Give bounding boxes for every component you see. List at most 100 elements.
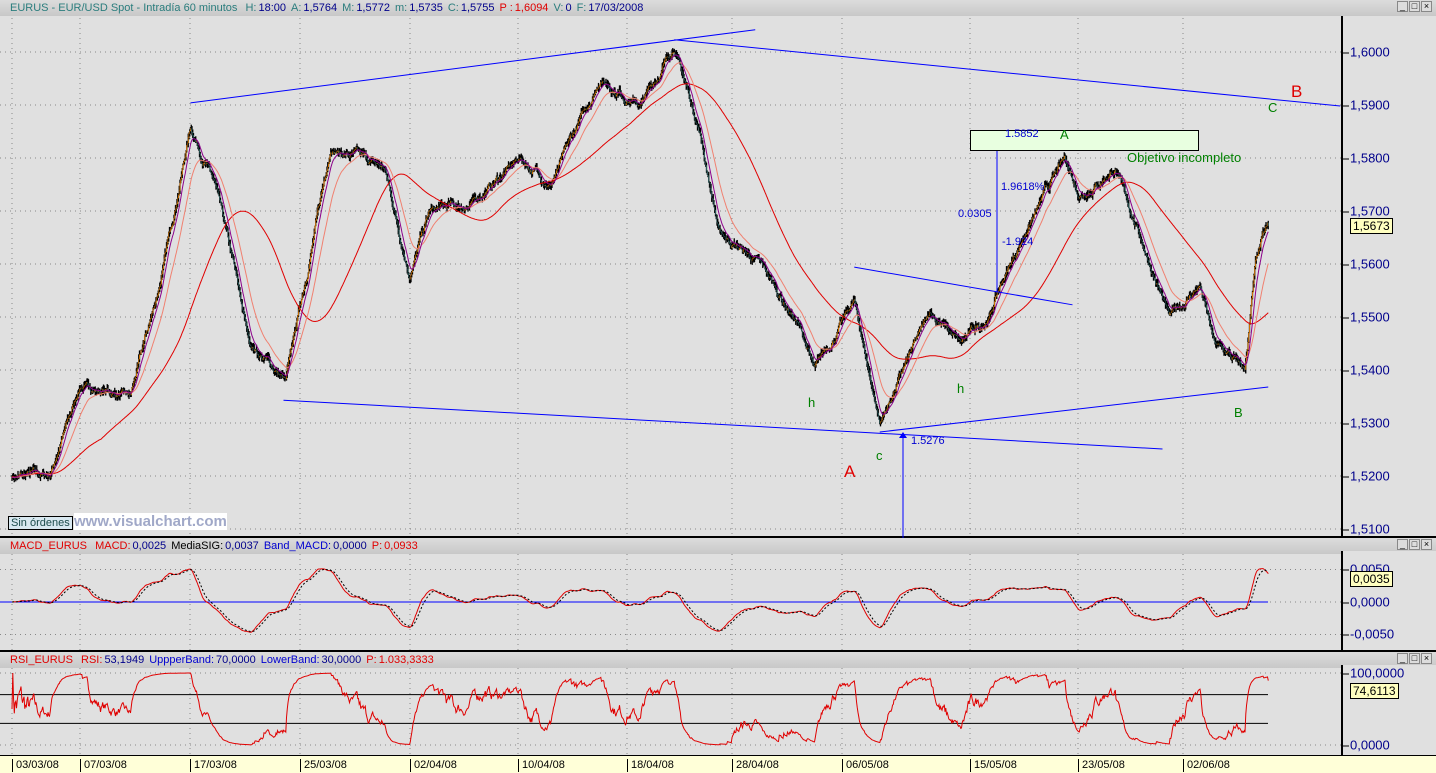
axis-tick-label: -0,0050 — [1343, 627, 1394, 642]
macd-line — [11, 568, 1269, 633]
minimize-button[interactable]: _ — [1397, 653, 1408, 664]
trendline — [879, 386, 1269, 433]
macd-panel-header: MACD_EURUS MACD: 0,0025 MediaSIG: 0,0037 Ban… — [0, 538, 1436, 554]
field-label: Band_MACD: — [263, 540, 332, 552]
maximize-button[interactable]: □ — [1409, 1, 1420, 12]
high-price-label: 1.5852 — [1005, 128, 1039, 140]
macd-chart[interactable] — [0, 554, 1341, 650]
field-value: 53,1949 — [104, 654, 145, 666]
rsi-panel-header: RSI_EURUS RSI: 53,1949 UppperBand: 70,0000 L… — [0, 652, 1436, 668]
field-label: RSI: — [81, 654, 103, 666]
watermark-logo: www.visualchart.com — [74, 513, 227, 530]
trendline — [674, 39, 1341, 107]
field-label: m: — [394, 2, 408, 14]
field-label: M: — [342, 2, 355, 14]
price-chart[interactable] — [0, 18, 1341, 538]
axis-tick-label: 1,5700 — [1343, 204, 1390, 219]
field-value: 1,6094 — [514, 2, 549, 14]
field-value: 17/03/2008 — [588, 2, 644, 14]
date-tick-label: 23/05/08 — [1078, 759, 1125, 772]
field-value: 0 — [565, 2, 572, 14]
symbol-title: EURUS - EUR/USD Spot - Intradía 60 minut… — [10, 2, 238, 14]
minimize-button[interactable]: _ — [1397, 1, 1408, 12]
close-button[interactable]: × — [1421, 1, 1432, 12]
h-label-2: h — [957, 381, 965, 396]
close-button[interactable]: × — [1421, 539, 1432, 550]
rsi-chart[interactable] — [0, 668, 1341, 755]
field-label: V: — [553, 2, 564, 14]
orders-status[interactable]: Sin órdenes — [8, 516, 73, 530]
field-value: 1,5764 — [303, 2, 338, 14]
maximize-button[interactable]: □ — [1409, 539, 1420, 550]
field-label: LowerBand: — [260, 654, 320, 666]
macd-current-box: 0,0035 — [1350, 571, 1393, 587]
field-label: A: — [291, 2, 302, 14]
field-label: P : — [499, 2, 513, 14]
percent-label: 1.9618% — [1001, 181, 1045, 193]
maximize-button[interactable]: □ — [1409, 653, 1420, 664]
date-tick-label: 17/03/08 — [190, 759, 237, 772]
date-tick-label: 02/04/08 — [410, 759, 457, 772]
date-tick-label: 25/03/08 — [300, 759, 347, 772]
field-label: P: — [366, 654, 377, 666]
field-label: C: — [447, 2, 459, 14]
axis-tick-label: 1,5200 — [1343, 469, 1390, 484]
close-button[interactable]: × — [1421, 653, 1432, 664]
macd-signal-line — [12, 568, 1269, 633]
minimize-button[interactable]: _ — [1397, 539, 1408, 550]
rsi-panel: RSI_EURUS RSI: 53,1949 UppperBand: 70,0000 L… — [0, 652, 1436, 755]
field-value: 1,5772 — [356, 2, 390, 14]
axis-tick-label: 1,6000 — [1343, 45, 1390, 60]
wave-label-B-red: B — [1291, 82, 1303, 101]
field-label: MACD: — [95, 540, 131, 552]
diff-label: 0.0305 — [958, 208, 992, 220]
field-label: UppperBand: — [149, 654, 215, 666]
axis-tick-label: 0,0000 — [1343, 738, 1390, 753]
trendline — [190, 29, 756, 104]
field-value: 0,0000 — [333, 540, 367, 552]
rsi-line — [11, 672, 1269, 746]
axis-tick-label: 1,5900 — [1343, 98, 1390, 113]
current-price-box: 1,5673 — [1350, 218, 1393, 234]
macd-panel: MACD_EURUS MACD: 0,0025 MediaSIG: 0,0037 Ban… — [0, 538, 1436, 652]
axis-tick-label: 1,5500 — [1343, 310, 1390, 325]
wave-label-A-green: A — [1060, 127, 1069, 142]
axis-tick-label: 1,5100 — [1343, 522, 1390, 537]
date-tick-label: 28/04/08 — [732, 759, 779, 772]
axis-tick-label: 100,0000 — [1343, 666, 1404, 681]
field-value: 30,0000 — [321, 654, 362, 666]
date-tick-label: 02/06/08 — [1183, 759, 1230, 772]
trendline — [854, 266, 1073, 306]
field-value: 70,0000 — [216, 654, 256, 666]
field-label: F: — [576, 2, 587, 14]
ma-fast-line — [11, 54, 1269, 479]
rsi-axis: 0,0000 100,0000 74,6113 — [1341, 665, 1436, 755]
field-value: 0,0025 — [132, 540, 167, 552]
low-price-label: 1.5276 — [911, 435, 945, 447]
price-panel: EURUS - EUR/USD Spot - Intradía 60 minut… — [0, 0, 1436, 538]
axis-tick-label: 1,5800 — [1343, 151, 1390, 166]
date-tick-label: 07/03/08 — [80, 759, 127, 772]
date-tick-label: 10/04/08 — [518, 759, 565, 772]
rsi-title: RSI_EURUS — [10, 654, 73, 666]
wave-label-C: C — [1268, 100, 1278, 115]
macd-title: MACD_EURUS — [10, 540, 88, 552]
field-label: P: — [371, 540, 383, 552]
axis-tick-label: 0,0000 — [1343, 594, 1390, 609]
axis-tick-label: 1,5300 — [1343, 416, 1390, 431]
c-label: c — [876, 448, 883, 463]
axis-tick-label: 1,5400 — [1343, 363, 1390, 378]
neg-percent-label: -1.924 — [1002, 236, 1034, 248]
date-axis: 03/03/08 07/03/08 17/03/08 25/03/08 02/04/08… — [0, 755, 1436, 773]
field-label: MediaSIG: — [171, 540, 224, 552]
field-value: 1,5755 — [460, 2, 495, 14]
date-tick-label: 03/03/08 — [12, 759, 59, 772]
price-panel-header: EURUS - EUR/USD Spot - Intradía 60 minut… — [0, 0, 1436, 16]
h-label-1: h — [808, 395, 816, 410]
date-tick-label: 06/05/08 — [842, 759, 889, 772]
objective-label: Objetivo incompleto — [1127, 150, 1242, 165]
wave-label-A-red: A — [844, 462, 856, 481]
field-value: 0,0933 — [384, 540, 418, 552]
date-tick-label: 15/05/08 — [970, 759, 1017, 772]
macd-axis: -0,0050 0,0000 0,0050 0,0035 — [1341, 551, 1436, 650]
